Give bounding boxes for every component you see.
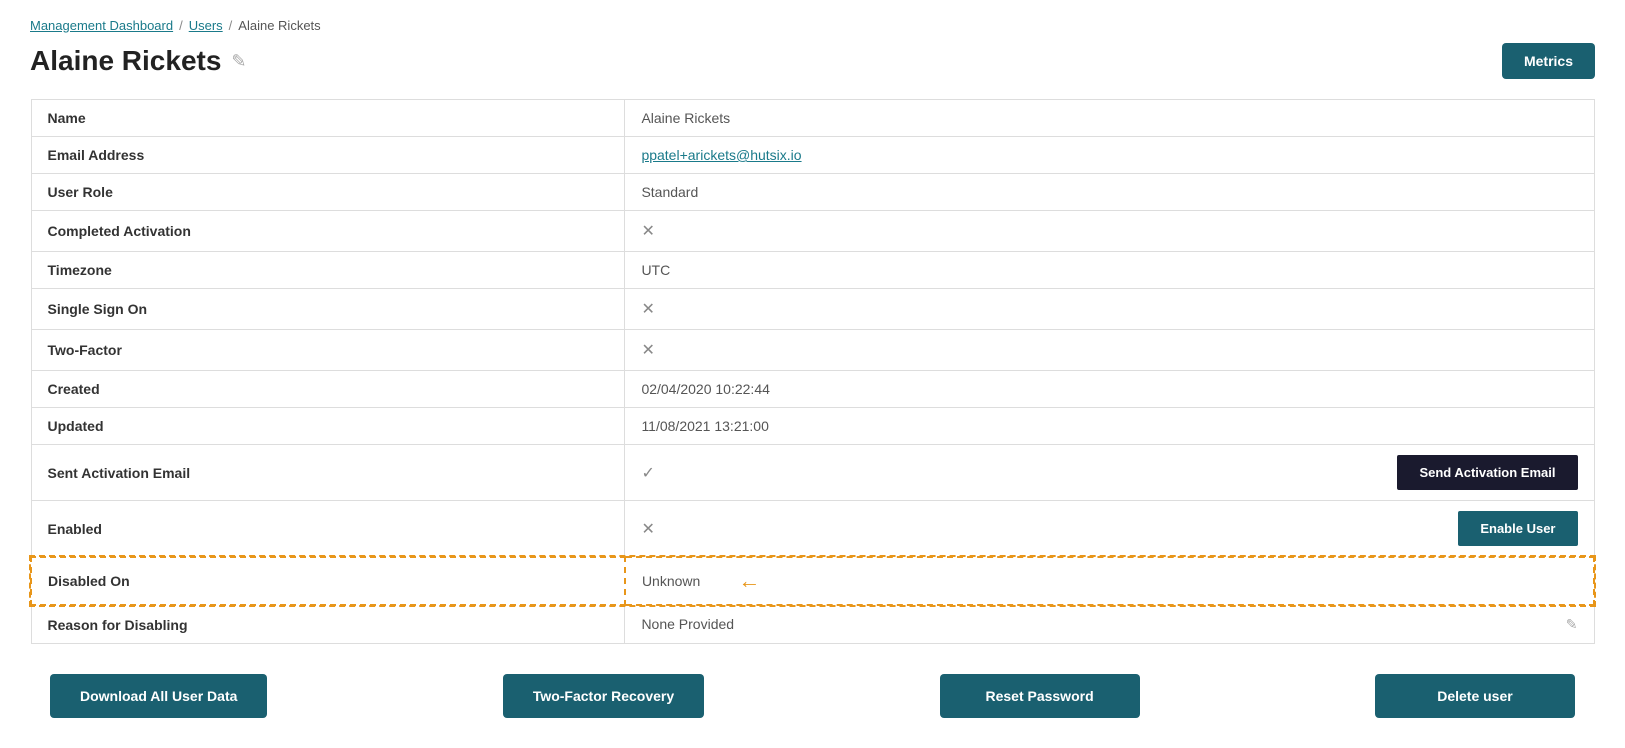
row-label: Two-Factor [31,330,625,371]
table-row: Enabled ✕ Enable User [31,501,1594,558]
row-value: ✕ Enable User [625,501,1594,558]
breadcrumb: Management Dashboard / Users / Alaine Ri… [30,18,1595,33]
row-value-text: Unknown [642,573,700,589]
row-label: Completed Activation [31,211,625,252]
table-row: Single Sign On ✕ [31,289,1594,330]
row-value: ✕ [625,289,1594,330]
edit-cell-icon[interactable]: ✎ [1566,616,1578,633]
download-all-user-data-button[interactable]: Download All User Data [50,674,267,718]
table-row: Timezone UTC [31,252,1594,289]
row-value-text: ✕ [641,519,654,539]
row-label: Disabled On [31,557,625,605]
bottom-actions: Download All User Data Two-Factor Recove… [30,674,1595,718]
row-value: 11/08/2021 13:21:00 [625,408,1594,445]
table-row: Sent Activation Email ✓ Send Activation Em… [31,445,1594,501]
row-value-text: ✕ [641,342,654,359]
edit-title-icon[interactable]: ✎ [231,51,246,72]
delete-user-button[interactable]: Delete user [1375,674,1575,718]
row-value-text: 11/08/2021 13:21:00 [641,418,768,434]
breadcrumb-management-dashboard[interactable]: Management Dashboard [30,18,173,33]
breadcrumb-current: Alaine Rickets [238,18,320,33]
row-value: Standard [625,174,1594,211]
row-label: Enabled [31,501,625,558]
page-wrapper: Management Dashboard / Users / Alaine Ri… [0,0,1625,748]
row-value: ✓ Send Activation Email [625,445,1594,501]
row-value-with-btn: ✓ Send Activation Email [641,455,1577,490]
table-row: Completed Activation ✕ [31,211,1594,252]
breadcrumb-separator-2: / [229,18,233,33]
row-label: Reason for Disabling [31,605,625,644]
page-header: Alaine Rickets ✎ Metrics [30,43,1595,79]
enable-user-button[interactable]: Enable User [1458,511,1577,546]
metrics-button[interactable]: Metrics [1502,43,1595,79]
row-value: ppatel+arickets@hutsix.io [625,137,1594,174]
disabled-on-annotation: Unknown ← [642,568,1577,594]
user-info-table: Name Alaine Rickets Email Address ppatel+ar… [30,99,1595,644]
row-value-text: ✓ [641,463,654,483]
row-value-text: None Provided [641,616,734,632]
table-row: Email Address ppatel+arickets@hutsix.io [31,137,1594,174]
table-row: Two-Factor ✕ [31,330,1594,371]
row-value: Alaine Rickets [625,100,1594,137]
row-label: Name [31,100,625,137]
row-value-text: ✕ [641,223,654,240]
page-title-wrap: Alaine Rickets ✎ [30,45,247,77]
row-label: Updated [31,408,625,445]
row-value-text: Standard [641,184,698,200]
table-row: Reason for Disabling None Provided ✎ [31,605,1594,644]
row-label: Sent Activation Email [31,445,625,501]
breadcrumb-separator-1: / [179,18,183,33]
row-value-text: ✕ [641,301,654,318]
row-value: ✕ [625,330,1594,371]
breadcrumb-users[interactable]: Users [189,18,223,33]
row-value-text[interactable]: ppatel+arickets@hutsix.io [641,147,801,163]
two-factor-recovery-button[interactable]: Two-Factor Recovery [503,674,704,718]
send-activation-email-button[interactable]: Send Activation Email [1397,455,1577,490]
row-value: UTC [625,252,1594,289]
table-row: Disabled On Unknown ← [31,557,1594,605]
row-value: Unknown ← [625,557,1594,605]
row-value-with-btn: ✕ Enable User [641,511,1577,546]
row-label: Single Sign On [31,289,625,330]
table-row: Name Alaine Rickets [31,100,1594,137]
row-label: Email Address [31,137,625,174]
row-value-text: Alaine Rickets [641,110,730,126]
table-row: Created 02/04/2020 10:22:44 [31,371,1594,408]
row-label: User Role [31,174,625,211]
row-value-text: 02/04/2020 10:22:44 [641,381,769,397]
page-title: Alaine Rickets [30,45,221,77]
row-value-text: UTC [641,262,670,278]
row-value: 02/04/2020 10:22:44 [625,371,1594,408]
row-value: None Provided ✎ [625,605,1594,644]
table-row: User Role Standard [31,174,1594,211]
row-label: Created [31,371,625,408]
row-label: Timezone [31,252,625,289]
row-value: ✕ [625,211,1594,252]
orange-arrow-icon: ← [738,568,760,594]
reset-password-button[interactable]: Reset Password [940,674,1140,718]
table-row: Updated 11/08/2021 13:21:00 [31,408,1594,445]
